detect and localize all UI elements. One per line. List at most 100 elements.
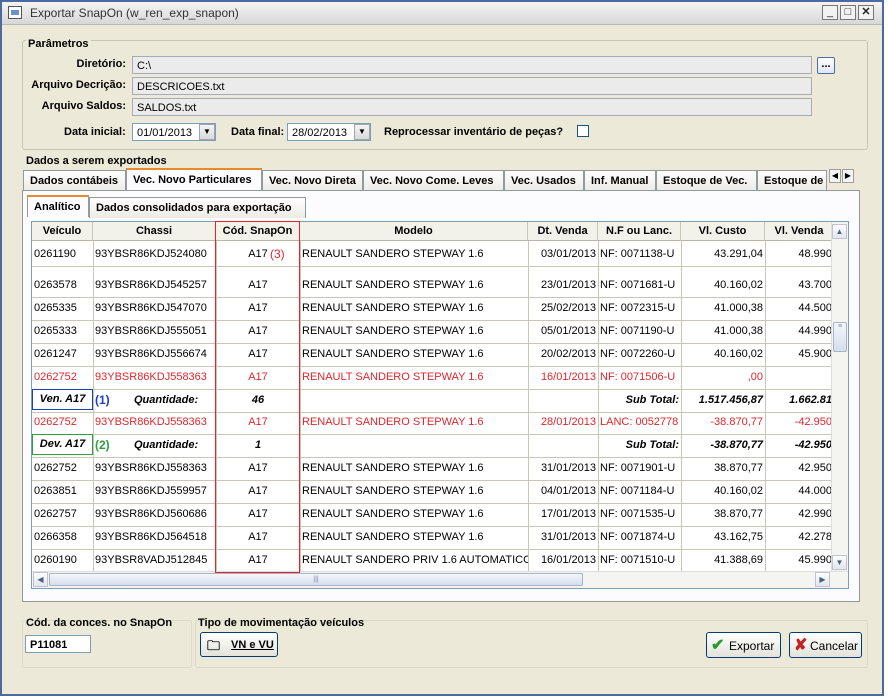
col-header-modelo[interactable]: Modelo (300, 222, 528, 241)
cell-cod: A17 (248, 462, 268, 474)
cell-modelo: RENAULT SANDERO STEPWAY 1.6 (302, 248, 484, 260)
horizontal-scroll-thumb[interactable]: ||| (49, 573, 583, 586)
browse-button[interactable]: ... (817, 57, 835, 74)
cod-label: Cód. da conces. no SnapOn (26, 617, 173, 629)
minimize-button[interactable]: _ (822, 5, 838, 20)
cell-venda: 44.000 (798, 485, 832, 497)
scroll-left-icon[interactable]: ◀ (33, 572, 48, 587)
cod-field[interactable]: P11081 (25, 635, 91, 653)
tab-estoque-de-pecas[interactable]: Estoque de Pe (757, 170, 827, 191)
cell-venda: 42.950 (798, 462, 832, 474)
col-header-cod-snapon[interactable]: Cód. SnapOn (216, 222, 300, 241)
window-title: Exportar SnapOn (w_ren_exp_snapon) (30, 6, 239, 20)
table-row[interactable]: 0263578 93YBSR86KDJ545257 A17 RENAULT SANDE… (32, 274, 848, 297)
table-row[interactable]: 0266358 93YBSR86KDJ564518 A17 RENAULT SANDE… (32, 526, 848, 549)
table-row[interactable]: 0261247 93YBSR86KDJ556674 A17 RENAULT SANDE… (32, 343, 848, 366)
cell-veiculo: 0262757 (34, 508, 77, 520)
tab-vec-novo-come-leves[interactable]: Vec. Novo Come. Leves (363, 170, 504, 191)
data-inicial-dropdown-icon[interactable]: ▼ (199, 124, 215, 140)
cell-qtd_label: Quantidade: (134, 394, 199, 406)
summary-row[interactable]: Dev. A17 (2) Quantidade: 1 Sub Total: -38.870… (32, 434, 848, 457)
arquivo-saldos-field[interactable]: SALDOS.txt (132, 98, 812, 116)
diretorio-field[interactable]: C:\ (132, 56, 812, 74)
table-row[interactable]: 0265333 93YBSR86KDJ555051 A17 RENAULT SANDE… (32, 320, 848, 343)
cancelar-label: Cancelar (810, 639, 859, 653)
table-row[interactable]: 0265335 93YBSR86KDJ547070 A17 RENAULT SANDE… (32, 297, 848, 320)
cell-nf: NF: 0071681-U (600, 279, 676, 291)
cell-chassi: 93YBSR86KDJ558363 (95, 462, 207, 474)
cell-chassi: 93YBSR86KDJ545257 (95, 279, 207, 291)
table-row[interactable]: 0263851 93YBSR86KDJ559957 A17 RENAULT SANDE… (32, 480, 848, 503)
col-header-chassi[interactable]: Chassi (93, 222, 216, 241)
maximize-button[interactable]: □ (840, 5, 856, 20)
export-section-label: Dados a serem exportados (26, 155, 167, 167)
cell-chassi: 93YBSR86KDJ564518 (95, 531, 207, 543)
cell-venda: 42.990 (798, 508, 832, 520)
tab-scroll-right-icon[interactable]: ▶ (842, 169, 854, 183)
subtab-dados-consolidados[interactable]: Dados consolidados para exportação (89, 197, 306, 218)
col-header-nf-lanc[interactable]: N.F ou Lanc. (598, 222, 681, 241)
cell-modelo: RENAULT SANDERO STEPWAY 1.6 (302, 302, 484, 314)
tab-inf-manual[interactable]: Inf. Manual (584, 170, 656, 191)
cell-veiculo: 0260190 (34, 554, 77, 566)
cell-nf: NF: 0072260-U (600, 348, 676, 360)
cell-veiculo: 0261247 (34, 348, 77, 360)
cell-tag: Dev. A17 (32, 434, 93, 455)
cell-modelo: RENAULT SANDERO STEPWAY 1.6 (302, 416, 484, 428)
table-row[interactable]: 0261190 93YBSR86KDJ524080 A17 RENAULT SANDE… (32, 243, 848, 266)
tab-vec-usados[interactable]: Vec. Usados (504, 170, 584, 191)
table-row[interactable]: 0262752 93YBSR86KDJ558363 A17 RENAULT SANDE… (32, 411, 848, 434)
data-grid: Veículo Chassi Cód. SnapOn Modelo Dt. Ve… (31, 221, 849, 589)
cell-nf: NF: 0071535-U (600, 508, 676, 520)
col-header-dt-venda[interactable]: Dt. Venda (528, 222, 598, 241)
table-row[interactable]: 0262752 93YBSR86KDJ558363 A17 RENAULT SANDE… (32, 366, 848, 389)
grid-horizontal-scrollbar[interactable]: ◀ ||| ▶ (32, 571, 848, 588)
table-row[interactable]: 0262757 93YBSR86KDJ560686 A17 RENAULT SANDE… (32, 503, 848, 526)
col-header-vl-custo[interactable]: Vl. Custo (681, 222, 765, 241)
cell-cod: A17 (248, 508, 268, 520)
table-row[interactable]: 0262752 93YBSR86KDJ558363 A17 RENAULT SANDE… (32, 457, 848, 480)
tab-vec-novo-particulares[interactable]: Vec. Novo Particulares (126, 168, 262, 191)
cell-custo: 1.517.456,87 (698, 394, 763, 406)
cell-nf: NF: 0071506-U (600, 371, 676, 383)
arquivo-descricao-field[interactable]: DESCRICOES.txt (132, 77, 812, 95)
tab-vec-novo-direta[interactable]: Vec. Novo Direta (262, 170, 363, 191)
title-bar: Exportar SnapOn (w_ren_exp_snapon) _ □ ✕ (2, 2, 882, 25)
vertical-scroll-thumb[interactable]: ≡ (833, 322, 847, 352)
cell-nf: NF: 0071874-U (600, 531, 676, 543)
cell-chassi: 93YBSR86KDJ555051 (95, 325, 207, 337)
col-header-veiculo[interactable]: Veículo (32, 222, 93, 241)
cell-cod: A17 (248, 554, 268, 566)
cell-dt: 25/02/2013 (540, 302, 596, 314)
tab-estoque-de-vec[interactable]: Estoque de Vec. (656, 170, 757, 191)
table-row[interactable]: 0260190 93YBSR8VADJ512845 A17 RENAULT SANDE… (32, 549, 848, 572)
cancelar-button[interactable]: ✘ Cancelar (789, 632, 862, 658)
summary-row[interactable]: Ven. A17 (1) Quantidade: 46 Sub Total: 1.517.… (32, 389, 848, 412)
cell-venda: 1.662.81 (789, 394, 832, 406)
exportar-button[interactable]: ✔ Exportar (706, 632, 781, 658)
params-group-label: Parâmetros (26, 38, 91, 50)
cell-veiculo: 0266358 (34, 531, 77, 543)
reprocessar-checkbox[interactable] (577, 125, 589, 137)
cell-dt: 31/01/2013 (540, 531, 596, 543)
grid-vertical-scrollbar[interactable]: ▲ ≡ ▼ (831, 222, 848, 572)
cell-cod: A17 (248, 325, 268, 337)
cell-modelo: RENAULT SANDERO STEPWAY 1.6 (302, 325, 484, 337)
close-button[interactable]: ✕ (858, 5, 874, 20)
cell-nf: NF: 0072315-U (600, 302, 676, 314)
cell-nf: NF: 0071510-U (600, 554, 676, 566)
scroll-up-icon[interactable]: ▲ (832, 224, 847, 239)
scroll-down-icon[interactable]: ▼ (832, 555, 847, 570)
subtab-analitico[interactable]: Analítico (27, 195, 89, 217)
tipo-label: Tipo de movimentação veículos (198, 617, 365, 629)
vn-vu-button[interactable]: 🗀 VN e VU (200, 632, 278, 657)
data-final-dropdown-icon[interactable]: ▼ (354, 124, 370, 140)
tab-scroll-left-icon[interactable]: ◀ (829, 169, 841, 183)
col-header-vl-venda[interactable]: Vl. Venda (765, 222, 834, 241)
cell-custo: 41.000,38 (714, 325, 763, 337)
cell-custo: 38.870,77 (714, 462, 763, 474)
tab-dados-contabeis[interactable]: Dados contábeis (23, 170, 126, 191)
cell-modelo: RENAULT SANDERO STEPWAY 1.6 (302, 531, 484, 543)
scroll-right-icon[interactable]: ▶ (815, 572, 830, 587)
window-app-icon (8, 6, 22, 19)
